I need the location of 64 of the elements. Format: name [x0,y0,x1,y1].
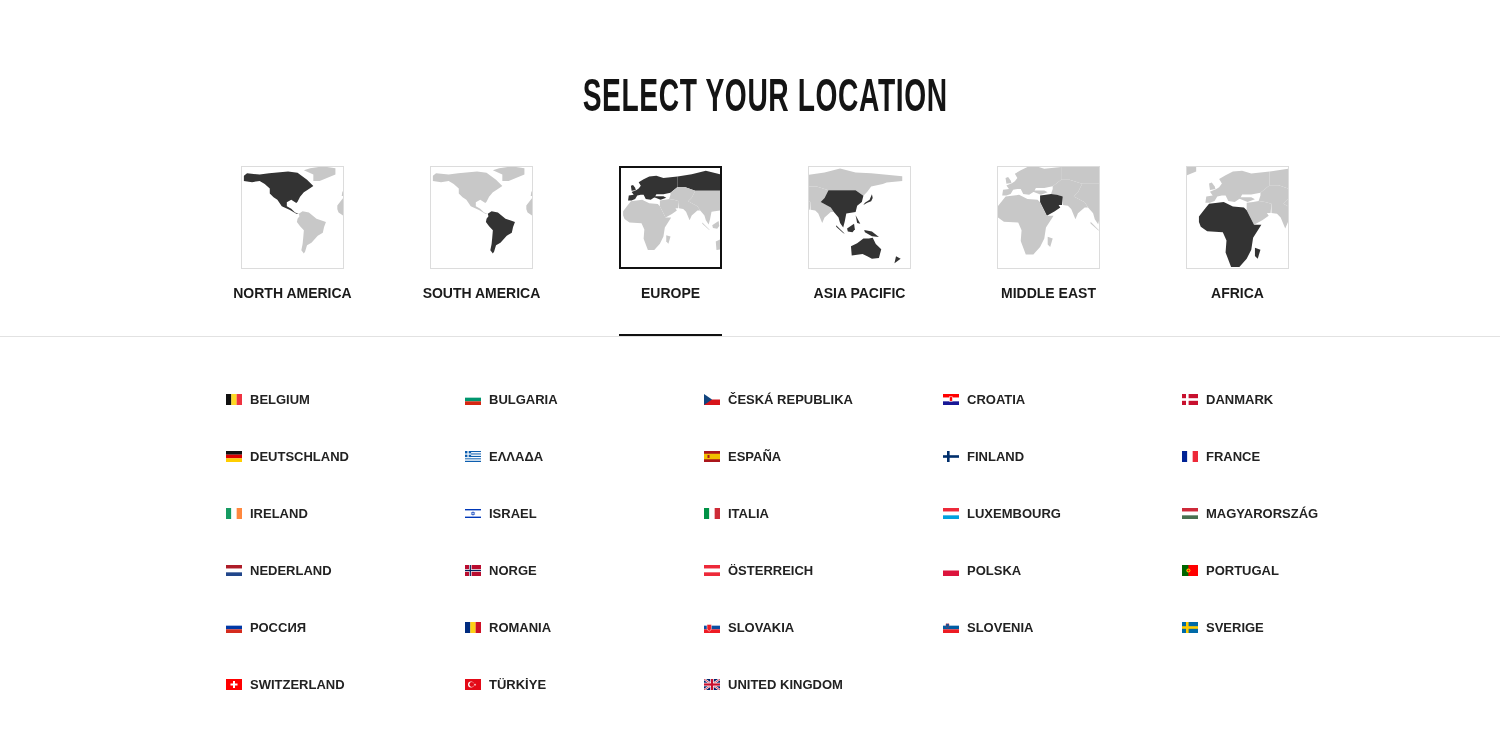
flag-icon [943,622,959,633]
world-map-icon [430,166,533,269]
flag-icon [465,565,481,576]
flag-icon [1182,565,1198,576]
country-link[interactable]: SLOVENIA [943,618,1034,637]
country-link[interactable]: ISRAEL [465,504,537,523]
flag-icon [1182,394,1198,405]
country-link[interactable]: CROATIA [943,390,1026,409]
world-map-icon [997,166,1100,269]
flag-icon [226,451,242,462]
flag-icon [226,394,242,405]
country-link[interactable]: BULGARIA [465,390,558,409]
region-tab[interactable]: EUROPE [619,166,722,336]
country-link[interactable]: РОССИЯ [226,618,307,637]
country-link[interactable]: LUXEMBOURG [943,504,1061,523]
flag-icon [704,565,720,576]
flag-icon [704,508,720,519]
flag-icon [943,394,959,405]
flag-icon [704,622,720,633]
country-link[interactable]: ΕΛΛΑΔΑ [465,447,544,466]
flag-icon [465,679,481,690]
country-link[interactable]: DANMARK [1182,390,1274,409]
country-link[interactable]: SLOVAKIA [704,618,795,637]
country-link[interactable]: DEUTSCHLAND [226,447,349,466]
flag-icon [1182,451,1198,462]
country-link[interactable]: NORGE [465,561,537,580]
country-link[interactable]: SWITZERLAND [226,675,345,694]
country-link[interactable]: UNITED KINGDOM [704,675,843,694]
flag-icon [1182,508,1198,519]
country-link[interactable]: IRELAND [226,504,308,523]
flag-icon [226,679,242,690]
country-link[interactable]: PORTUGAL [1182,561,1279,580]
country-link[interactable]: FINLAND [943,447,1025,466]
flag-icon [704,451,720,462]
flag-icon [465,451,481,462]
country-link[interactable]: POLSKA [943,561,1022,580]
flag-icon [226,508,242,519]
country-link[interactable]: BELGIUM [226,390,310,409]
region-tab[interactable]: MIDDLE EAST [997,166,1100,336]
country-link[interactable]: ITALIA [704,504,769,523]
region-tab[interactable]: ASIA PACIFIC [808,166,911,336]
country-link[interactable]: NEDERLAND [226,561,332,580]
flag-icon [1182,622,1198,633]
country-link[interactable]: TÜRKİYE [465,675,547,694]
flag-icon [226,565,242,576]
world-map-icon [808,166,911,269]
country-link[interactable]: MAGYARORSZÁG [1182,504,1319,523]
flag-icon [943,451,959,462]
region-tab[interactable]: AFRICA [1186,166,1289,336]
country-link[interactable]: SVERIGE [1182,618,1264,637]
world-map-icon [1186,166,1289,269]
country-link[interactable]: ROMANIA [465,618,552,637]
flag-icon [943,508,959,519]
page-title: SELECT YOUR LOCATION [582,71,948,118]
world-map-icon [241,166,344,269]
country-link[interactable]: FRANCE [1182,447,1261,466]
flag-icon [704,679,720,690]
country-link[interactable]: ČESKÁ REPUBLIKA [704,390,853,409]
flag-icon [465,622,481,633]
country-link[interactable]: ÖSTERREICH [704,561,814,580]
flag-icon [704,394,720,405]
world-map-icon [619,166,722,269]
flag-icon [465,508,481,519]
country-link[interactable]: ESPAÑA [704,447,782,466]
